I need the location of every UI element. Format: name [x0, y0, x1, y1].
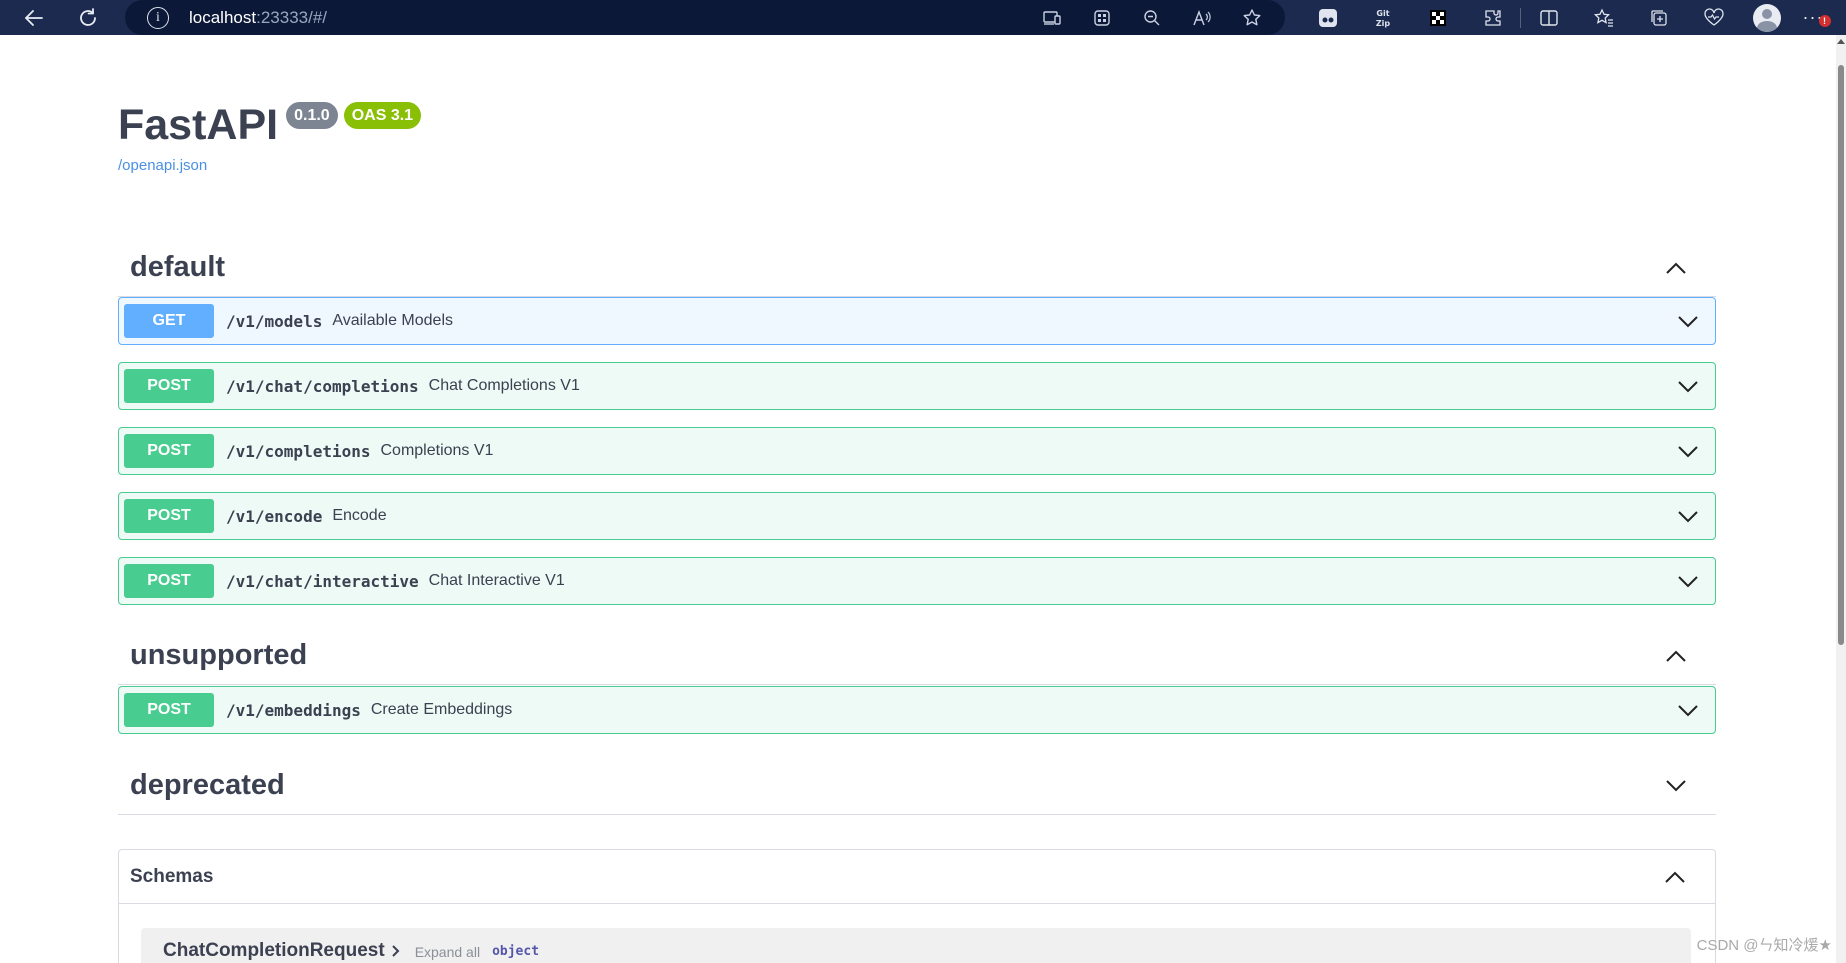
zoom-out-icon[interactable] — [1127, 0, 1177, 35]
chevron-up-icon[interactable] — [1655, 857, 1695, 897]
tag-section-unsupported: unsupported — [118, 627, 1716, 685]
chevron-down-icon[interactable] — [1671, 565, 1705, 599]
browser-toolbar: i localhost:23333/#/ Git Zip ··· ! — [0, 0, 1846, 35]
openapi-json-link[interactable]: /openapi.json — [118, 157, 207, 174]
operation-summary: Create Embeddings — [370, 701, 513, 718]
url-text[interactable]: localhost:23333/#/ — [189, 8, 327, 28]
operation-post-completions[interactable]: POST /v1/completions Completions V1 — [118, 427, 1716, 475]
chevron-down-icon[interactable] — [1671, 500, 1705, 534]
notification-badge: ! — [1819, 15, 1831, 27]
tag-header-unsupported[interactable]: unsupported — [118, 627, 1716, 685]
chevron-down-icon[interactable] — [1671, 370, 1705, 404]
model-type: object — [492, 944, 540, 959]
operation-post-encode[interactable]: POST /v1/encode Encode — [118, 492, 1716, 540]
tag-title: default — [130, 251, 226, 283]
swagger-ui: FastAPI 0.1.0 OAS 3.1 /openapi.json defa… — [118, 35, 1716, 963]
info-icon[interactable]: i — [147, 6, 169, 29]
tag-title: unsupported — [130, 639, 308, 671]
version-badge: 0.1.0 — [286, 102, 338, 129]
tag-header-deprecated[interactable]: deprecated — [118, 757, 1716, 815]
operation-path: /v1/chat/interactive — [226, 571, 419, 591]
url-path: :23333/#/ — [256, 7, 328, 27]
page-scrollbar[interactable] — [1836, 35, 1846, 963]
svg-text:Zip: Zip — [1375, 19, 1390, 28]
back-icon — [24, 9, 43, 26]
read-aloud-icon[interactable] — [1177, 0, 1227, 35]
model-name[interactable]: ChatCompletionRequest — [163, 940, 385, 962]
extension-reader-icon[interactable] — [1300, 0, 1355, 35]
operation-post-chat-completions[interactable]: POST /v1/chat/completions Chat Completio… — [118, 362, 1716, 410]
health-icon[interactable] — [1686, 0, 1741, 35]
operation-get-models[interactable]: GET /v1/models Available Models — [118, 297, 1716, 345]
apps-icon[interactable] — [1077, 0, 1127, 35]
method-badge: POST — [124, 564, 214, 598]
model-container[interactable]: ChatCompletionRequest Expand all object — [141, 928, 1691, 963]
expand-all-link[interactable]: Expand all — [415, 944, 480, 960]
method-badge: POST — [124, 693, 214, 727]
watermark: CSDN @ㄣ知冷煖★ — [1696, 937, 1832, 954]
refresh-button[interactable] — [62, 0, 114, 35]
url-host: localhost — [189, 7, 257, 27]
api-title: FastAPI — [118, 101, 279, 149]
back-button[interactable] — [8, 0, 60, 35]
chevron-down-icon[interactable] — [1671, 435, 1705, 469]
chevron-down-icon[interactable] — [1656, 766, 1696, 806]
tag-section-default: default — [118, 239, 1716, 297]
operation-path: /v1/encode — [226, 506, 323, 526]
more-button[interactable]: ··· ! — [1793, 0, 1833, 35]
address-bar[interactable]: i localhost:23333/#/ — [125, 0, 1285, 35]
svg-text:Git: Git — [1376, 9, 1389, 18]
chevron-right-icon[interactable] — [391, 943, 401, 963]
tag-title: deprecated — [130, 769, 285, 801]
operation-path: /v1/completions — [226, 441, 371, 461]
operation-path: /v1/models — [226, 311, 323, 331]
refresh-icon — [80, 7, 96, 26]
operation-post-embeddings[interactable]: POST /v1/embeddings Create Embeddings — [118, 686, 1716, 734]
operation-post-chat-interactive[interactable]: POST /v1/chat/interactive Chat Interacti… — [118, 557, 1716, 605]
scroll-thumb[interactable] — [1838, 65, 1844, 645]
collections-icon[interactable] — [1631, 0, 1686, 35]
chevron-up-icon[interactable] — [1656, 248, 1696, 288]
split-screen-icon[interactable] — [1521, 0, 1576, 35]
extension-pattern-icon[interactable] — [1410, 0, 1465, 35]
operation-summary: Completions V1 — [380, 442, 494, 459]
chevron-up-icon[interactable] — [1656, 636, 1696, 676]
favorite-star-icon[interactable] — [1227, 0, 1277, 35]
schemas-section: Schemas ChatCompletionRequest Expand all… — [118, 849, 1716, 963]
chevron-down-icon[interactable] — [1671, 305, 1705, 339]
tag-header-default[interactable]: default — [118, 239, 1716, 297]
profile-icon[interactable] — [1753, 3, 1781, 32]
address-bar-actions — [1027, 0, 1277, 35]
favorites-icon[interactable] — [1576, 0, 1631, 35]
title-row: FastAPI 0.1.0 OAS 3.1 — [118, 99, 1716, 151]
schemas-header[interactable]: Schemas — [119, 850, 1715, 904]
method-badge: POST — [124, 434, 214, 468]
operation-summary: Chat Completions V1 — [428, 377, 580, 394]
operation-path: /v1/chat/completions — [226, 376, 419, 396]
extension-gitzip-icon[interactable]: Git Zip — [1355, 0, 1410, 35]
api-info: FastAPI 0.1.0 OAS 3.1 /openapi.json — [118, 99, 1716, 175]
oas-badge: OAS 3.1 — [343, 102, 422, 129]
chevron-down-icon[interactable] — [1671, 694, 1705, 728]
method-badge: POST — [124, 369, 214, 403]
operation-path: /v1/embeddings — [226, 700, 361, 720]
method-badge: GET — [124, 304, 214, 338]
operation-summary: Chat Interactive V1 — [428, 572, 565, 589]
device-icon[interactable] — [1027, 0, 1077, 35]
extension-icon[interactable] — [1465, 0, 1520, 35]
operation-summary: Encode — [332, 507, 387, 524]
operation-summary: Available Models — [332, 312, 453, 329]
scroll-up-icon[interactable] — [1837, 39, 1845, 44]
schemas-title: Schemas — [130, 865, 214, 887]
tag-section-deprecated: deprecated — [118, 757, 1716, 815]
extensions-bar: Git Zip ··· ! — [1300, 0, 1833, 35]
method-badge: POST — [124, 499, 214, 533]
